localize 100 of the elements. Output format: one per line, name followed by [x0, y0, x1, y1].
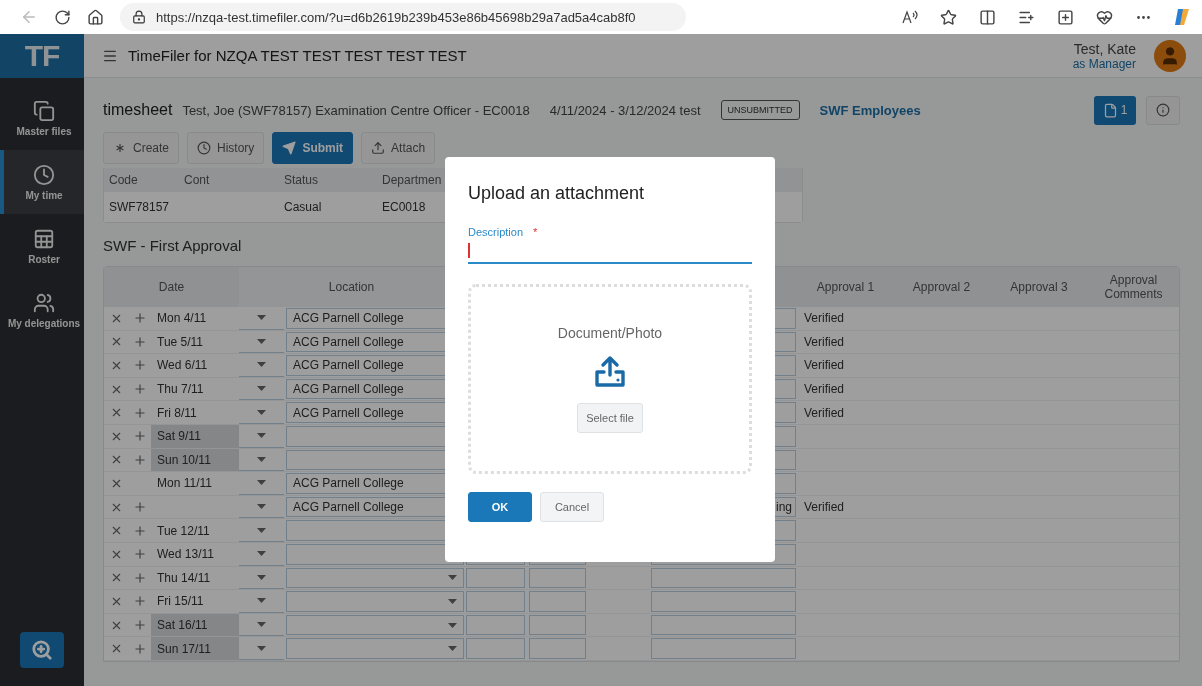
attachments-button[interactable]: 1: [1094, 95, 1136, 125]
caret-icon: [257, 551, 266, 557]
add-icon[interactable]: [132, 594, 147, 609]
add-icon[interactable]: [132, 570, 147, 585]
date-cell-text: Fri 8/11: [156, 404, 198, 422]
date-cell-text: Tue 5/11: [156, 333, 205, 351]
people-icon: [33, 291, 55, 314]
table-cell[interactable]: [529, 614, 586, 636]
column-header: Status: [284, 173, 320, 187]
lock-icon: [132, 10, 146, 24]
date-cell-text: Mon 4/11: [156, 310, 208, 328]
table-cell[interactable]: [466, 638, 525, 659]
caret-icon: [257, 480, 266, 486]
page-title: timesheet: [103, 101, 173, 119]
location-field[interactable]: [286, 614, 464, 636]
group-link[interactable]: SWF Employees: [819, 102, 1084, 118]
dialog-title: Upload an attachment: [468, 183, 646, 204]
location-field[interactable]: [286, 567, 464, 589]
zoom-in-icon: [31, 639, 53, 661]
add-icon[interactable]: [132, 452, 147, 467]
heart-icon[interactable]: [1096, 8, 1113, 26]
table-cell[interactable]: [651, 614, 796, 636]
column-header: Date: [157, 278, 186, 296]
avatar[interactable]: [1154, 39, 1186, 72]
caret-icon: [257, 622, 266, 627]
add-icon[interactable]: [132, 382, 147, 397]
collections-icon[interactable]: [1057, 8, 1074, 26]
select-file-button[interactable]: Select file: [577, 403, 643, 433]
upload-icon: [592, 355, 628, 389]
drop-zone[interactable]: Document/Photo Select file: [468, 284, 752, 474]
sidebar-item[interactable]: My delegations: [0, 278, 84, 342]
toolbar-button[interactable]: History: [187, 132, 265, 164]
caret-icon: [257, 409, 266, 415]
table-cell-text: Verified: [803, 381, 846, 399]
section-title: SWF - First Approval: [103, 237, 242, 254]
column-header: Departmen: [382, 173, 443, 187]
column-header: Approval 3: [1009, 278, 1069, 296]
url-text: https://nzqa-test.timefiler.com/?u=d6b2619b239b453e86b45698b29a7ad5a4cab8f0: [156, 9, 636, 25]
table-cell[interactable]: [466, 591, 525, 612]
star-icon[interactable]: [940, 8, 957, 26]
caret-icon: [257, 386, 266, 392]
add-icon[interactable]: [132, 618, 147, 632]
employee-details: Test, Joe (SWF78157) Examination Centre Officer - EC0018: [182, 102, 530, 118]
read-aloud-icon[interactable]: [902, 10, 918, 24]
back-icon[interactable]: [20, 8, 38, 26]
field-label: Description: [468, 226, 524, 238]
add-icon[interactable]: [132, 311, 147, 326]
dialog-button[interactable]: Cancel: [540, 492, 604, 522]
text-cursor: [468, 242, 470, 258]
add-icon[interactable]: [132, 405, 147, 420]
caret-icon: [257, 315, 266, 321]
toolbar-button[interactable]: Create: [103, 132, 180, 164]
date-cell-text: Thu 14/11: [156, 569, 212, 587]
location-field[interactable]: [286, 591, 464, 612]
app-logo: TF: [0, 34, 84, 78]
caret-icon: [257, 645, 266, 651]
add-icon[interactable]: [132, 523, 147, 538]
add-icon[interactable]: [132, 547, 147, 562]
column-header: Code: [109, 173, 139, 187]
info-button[interactable]: [1146, 95, 1180, 125]
sidebar-item[interactable]: Master files: [0, 86, 84, 150]
split-screen-icon[interactable]: [979, 8, 996, 26]
add-icon[interactable]: [132, 641, 147, 656]
sidebar-item[interactable]: My time: [0, 150, 84, 214]
caret-icon: [257, 598, 266, 604]
table-cell[interactable]: [529, 567, 586, 589]
copy-icon: [33, 99, 55, 122]
add-icon[interactable]: [132, 358, 147, 373]
toolbar-button[interactable]: Attach: [361, 132, 436, 164]
home-icon[interactable]: [87, 8, 104, 26]
date-cell: Sun 10/11: [151, 448, 239, 472]
copilot-icon[interactable]: [1174, 8, 1190, 26]
table-cell[interactable]: [651, 591, 796, 612]
table-icon: [33, 227, 55, 250]
toolbar-button[interactable]: Submit: [272, 132, 354, 164]
table-cell[interactable]: [529, 591, 586, 612]
table-cell-text: Verified: [803, 499, 846, 517]
column-header: Approval 2: [911, 278, 972, 296]
date-cell: Sun 17/11: [151, 637, 239, 660]
date-cell: Sat 9/11: [151, 424, 239, 448]
add-icon[interactable]: [132, 334, 147, 349]
dialog-button[interactable]: OK: [468, 492, 532, 522]
location-field[interactable]: [286, 638, 464, 659]
zoom-button[interactable]: [20, 632, 64, 668]
table-cell[interactable]: [651, 567, 796, 589]
add-icon[interactable]: [132, 500, 147, 515]
table-cell[interactable]: [529, 638, 586, 659]
table-cell[interactable]: [466, 567, 525, 589]
address-bar[interactable]: https://nzqa-test.timefiler.com/?u=d6b2619b239b453e86b45698b29a7ad5a4cab8f0: [120, 3, 686, 31]
refresh-icon[interactable]: [54, 8, 71, 26]
add-icon[interactable]: [132, 429, 147, 444]
send-icon: [282, 141, 297, 155]
asterisk-icon: [113, 141, 127, 155]
caret-icon: [257, 527, 266, 533]
caret-icon: [448, 622, 457, 628]
sidebar-item[interactable]: Roster: [0, 214, 84, 278]
user-role: as Manager: [1072, 56, 1136, 71]
date-cell: Sat 16/11: [151, 613, 239, 637]
table-cell[interactable]: [651, 638, 796, 659]
table-cell[interactable]: [466, 614, 525, 636]
